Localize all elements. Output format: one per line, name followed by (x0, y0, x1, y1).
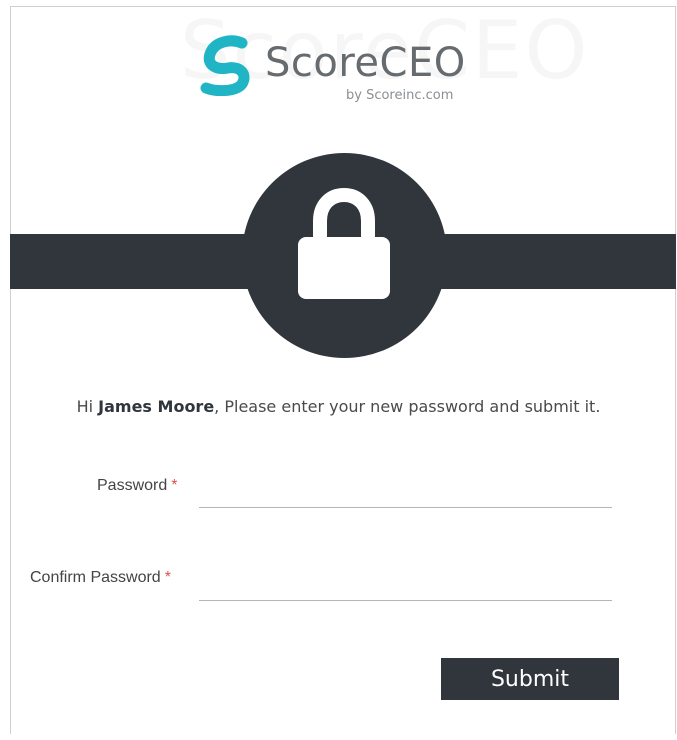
scoreceo-logo-icon (200, 35, 250, 96)
brand-tagline: by Scoreinc.com (346, 88, 454, 103)
submit-button[interactable]: Submit (441, 658, 619, 700)
greeting-message: Hi James Moore, Please enter your new pa… (0, 397, 677, 416)
page-frame (10, 6, 676, 734)
password-label: Password * (97, 477, 177, 495)
brand-name: ScoreCEO (265, 40, 466, 86)
confirm-password-input[interactable] (199, 573, 612, 601)
lock-icon (298, 187, 390, 299)
user-name: James Moore (98, 397, 215, 416)
greeting-suffix: , Please enter your new password and sub… (214, 397, 601, 416)
confirm-password-required-marker: * (164, 569, 171, 586)
password-required-marker: * (171, 477, 178, 494)
password-label-text: Password (97, 477, 168, 494)
password-input[interactable] (199, 480, 612, 508)
confirm-password-label-text: Confirm Password (30, 569, 161, 586)
brand-logo: ScoreCEO by Scoreinc.com (196, 34, 496, 109)
confirm-password-label: Confirm Password * (30, 569, 171, 587)
greeting-prefix: Hi (76, 397, 99, 416)
